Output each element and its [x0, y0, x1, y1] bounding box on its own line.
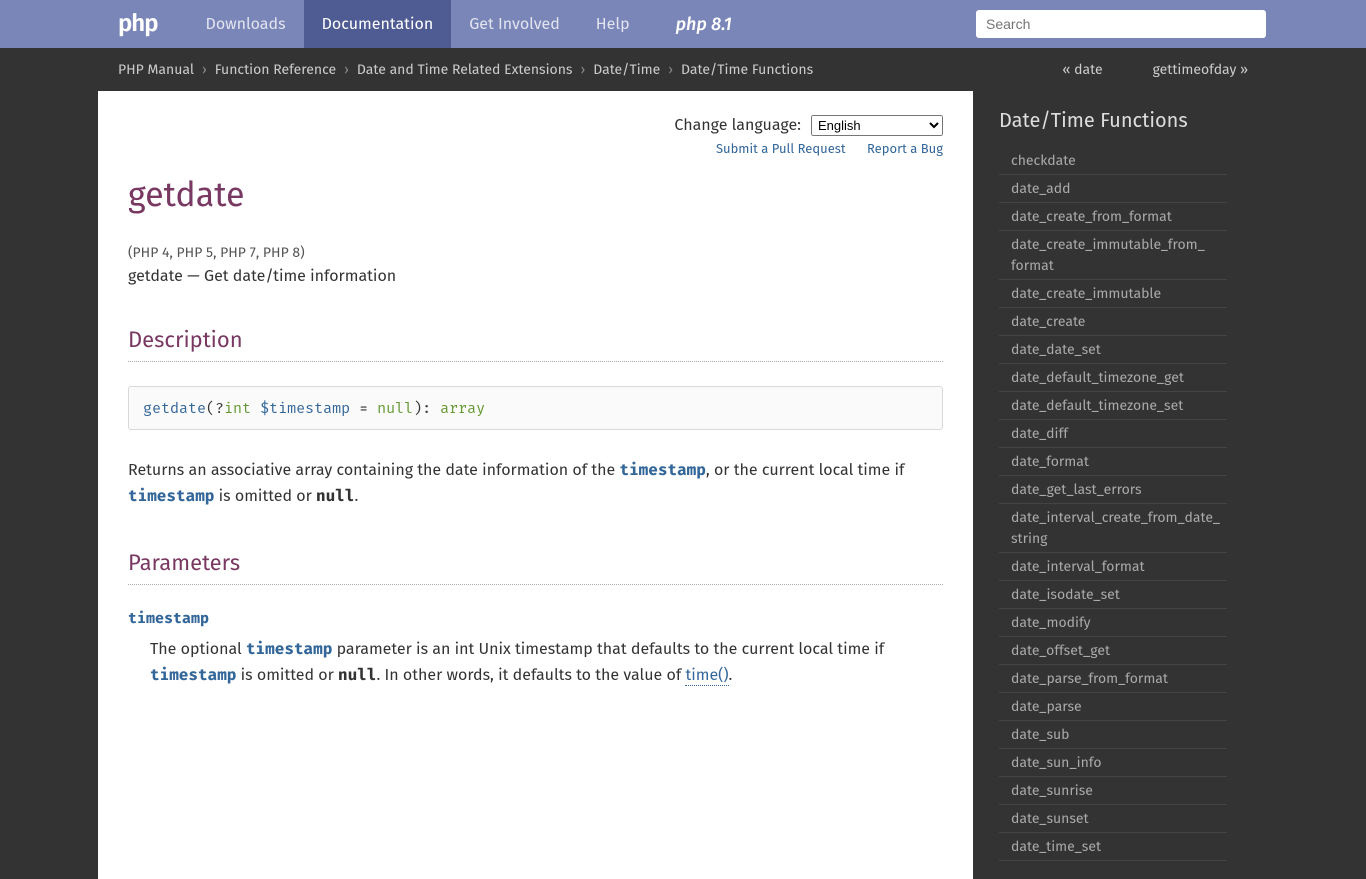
sidebar-link[interactable]: checkdate: [1011, 152, 1076, 169]
syn-type: int: [224, 399, 251, 417]
sidebar-item[interactable]: date_​sun_​info: [999, 749, 1227, 777]
sidebar-link[interactable]: date_​offset_​get: [1011, 642, 1110, 659]
breadcrumb: PHP Manual › Function Reference › Date and…: [118, 61, 813, 78]
param-name: timestamp: [128, 609, 943, 627]
chevron-icon: ›: [580, 61, 585, 78]
lang-select[interactable]: English: [811, 115, 943, 136]
crumb-datetime-ext[interactable]: Date and Time Related Extensions: [357, 61, 573, 78]
lang-row: Change language: English: [128, 115, 943, 136]
chevron-icon: ›: [344, 61, 349, 78]
sidebar-link[interactable]: date_​default_​timezone_​set: [1011, 397, 1183, 414]
sidebar-item[interactable]: date_​parse: [999, 693, 1227, 721]
nav-downloads[interactable]: Downloads: [188, 0, 304, 48]
sidebar-link[interactable]: date_​diff: [1011, 425, 1068, 442]
next-link[interactable]: gettimeofday »: [1153, 61, 1248, 78]
search-input[interactable]: [976, 10, 1266, 38]
crumb-datetime-fn[interactable]: Date/Time Functions: [681, 61, 813, 78]
section-description: Description: [128, 326, 943, 362]
sidebar-item[interactable]: date_​create_​immutable: [999, 280, 1227, 308]
time-fn-link[interactable]: time(): [685, 666, 728, 686]
nav-get-involved[interactable]: Get Involved: [451, 0, 578, 48]
sidebar-link[interactable]: date_​sun_​info: [1011, 754, 1102, 771]
sidebar-item[interactable]: date_​isodate_​set: [999, 581, 1227, 609]
sidebar-item[interactable]: date_​sunrise: [999, 777, 1227, 805]
sidebar-link[interactable]: date_​interval_​create_​from_​date_​stri…: [1011, 509, 1220, 547]
sidebar-item[interactable]: date_​date_​set: [999, 336, 1227, 364]
sidebar-item[interactable]: date_​default_​timezone_​set: [999, 392, 1227, 420]
sidebar-title[interactable]: Date/Time Functions: [999, 109, 1227, 133]
action-links: Submit a Pull Request Report a Bug: [128, 142, 943, 157]
sidebar-link[interactable]: date_​create: [1011, 313, 1085, 330]
sidebar-link[interactable]: date_​get_​last_​errors: [1011, 481, 1142, 498]
sidebar-item[interactable]: date_​format: [999, 448, 1227, 476]
sidebar-link[interactable]: date_​sunset: [1011, 810, 1089, 827]
sidebar-link[interactable]: date_​modify: [1011, 614, 1091, 631]
main-nav: Downloads Documentation Get Involved Hel…: [188, 0, 750, 48]
sidebar-link[interactable]: date_​format: [1011, 453, 1089, 470]
page-nav: « date gettimeofday »: [1062, 61, 1248, 78]
sidebar-link[interactable]: date_​default_​timezone_​get: [1011, 369, 1184, 386]
sidebar-link[interactable]: date_​sub: [1011, 726, 1069, 743]
page-container: Change language: English Submit a Pull R…: [0, 91, 1366, 879]
syn-param: $timestamp: [260, 399, 350, 417]
crumb-funcref[interactable]: Function Reference: [215, 61, 336, 78]
sidebar-link[interactable]: date_​time_​set: [1011, 838, 1101, 855]
sidebar-item[interactable]: date_​sub: [999, 721, 1227, 749]
syn-return: array: [440, 399, 485, 417]
breadcrumb-bar: PHP Manual › Function Reference › Date and…: [0, 48, 1366, 91]
sidebar-item[interactable]: date_​modify: [999, 609, 1227, 637]
sidebar-item[interactable]: date_​parse_​from_​format: [999, 665, 1227, 693]
sidebar-link[interactable]: date_​parse_​from_​format: [1011, 670, 1168, 687]
main-content: Change language: English Submit a Pull R…: [98, 91, 973, 879]
sidebar-item[interactable]: date_​create_​from_​format: [999, 203, 1227, 231]
sidebar-item[interactable]: date_​diff: [999, 420, 1227, 448]
sidebar-item[interactable]: date_​default_​timezone_​get: [999, 364, 1227, 392]
param-desc: The optional timestamp parameter is an i…: [150, 637, 943, 688]
syn-default: null: [377, 399, 413, 417]
sidebar-link[interactable]: date_​sunrise: [1011, 782, 1093, 799]
sidebar-link[interactable]: date_​create_​immutable: [1011, 285, 1161, 302]
sidebar-item[interactable]: date_​offset_​get: [999, 637, 1227, 665]
sidebar: Date/Time Functions checkdate date_​addda…: [973, 91, 1253, 879]
sidebar-list: checkdate date_​add date_​create_​from_​fo…: [999, 147, 1227, 861]
sidebar-item[interactable]: date_​interval_​format: [999, 553, 1227, 581]
php-logo[interactable]: php: [118, 10, 158, 38]
section-parameters: Parameters: [128, 549, 943, 585]
php81-promo[interactable]: php 8.1: [658, 0, 750, 48]
submit-pr-link[interactable]: Submit a Pull Request: [716, 142, 846, 157]
sidebar-link[interactable]: date_​create_​from_​format: [1011, 208, 1172, 225]
crumb-manual[interactable]: PHP Manual: [118, 61, 194, 78]
sidebar-item[interactable]: date_​create: [999, 308, 1227, 336]
summary: getdate — Get date/time information: [128, 267, 943, 286]
nav-documentation[interactable]: Documentation: [304, 0, 452, 48]
sidebar-item[interactable]: date_​get_​last_​errors: [999, 476, 1227, 504]
crumb-datetime[interactable]: Date/Time: [593, 61, 660, 78]
report-bug-link[interactable]: Report a Bug: [867, 142, 943, 157]
lang-label: Change language:: [674, 116, 801, 135]
sidebar-link[interactable]: date_​isodate_​set: [1011, 586, 1120, 603]
sidebar-link[interactable]: date_​date_​set: [1011, 341, 1101, 358]
chevron-icon: ›: [668, 61, 673, 78]
search-container: [976, 10, 1266, 38]
prev-link[interactable]: « date: [1062, 61, 1102, 78]
sidebar-link[interactable]: date_​create_​immutable_​from_​format: [1011, 236, 1205, 274]
sidebar-item[interactable]: checkdate: [999, 147, 1227, 175]
page-title: getdate: [128, 175, 943, 216]
versions: (PHP 4, PHP 5, PHP 7, PHP 8): [128, 244, 943, 261]
sidebar-item[interactable]: date_​interval_​create_​from_​date_​stri…: [999, 504, 1227, 553]
top-nav-bar: php Downloads Documentation Get Involved…: [0, 0, 1366, 48]
chevron-icon: ›: [202, 61, 207, 78]
sidebar-link[interactable]: date_​add: [1011, 180, 1071, 197]
synopsis: getdate(?int $timestamp = null): array: [128, 386, 943, 430]
description-text: Returns an associative array containing …: [128, 458, 943, 509]
sidebar-item[interactable]: date_​add: [999, 175, 1227, 203]
sidebar-item[interactable]: date_​sunset: [999, 805, 1227, 833]
sidebar-link[interactable]: date_​parse: [1011, 698, 1082, 715]
sidebar-link[interactable]: date_​interval_​format: [1011, 558, 1145, 575]
nav-help[interactable]: Help: [578, 0, 648, 48]
syn-fn: getdate: [143, 399, 206, 417]
sidebar-item[interactable]: date_​time_​set: [999, 833, 1227, 861]
sidebar-item[interactable]: date_​create_​immutable_​from_​format: [999, 231, 1227, 280]
